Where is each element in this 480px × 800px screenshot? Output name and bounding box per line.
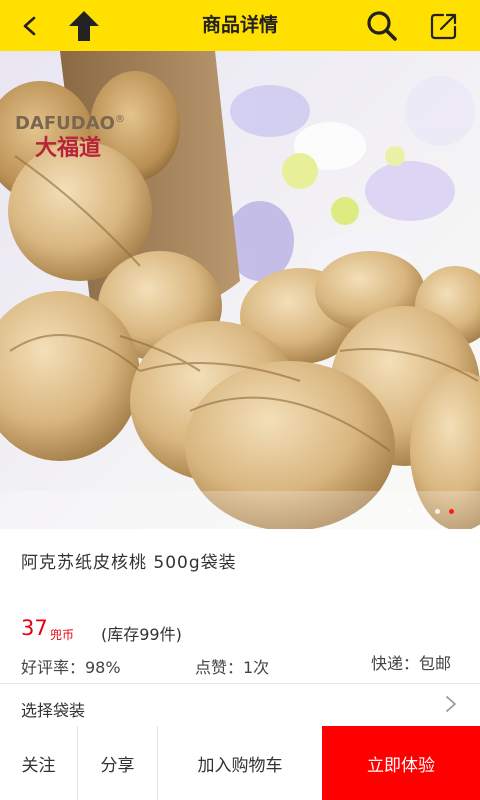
brand-logo: DAFUDAO® 大福道 <box>15 113 145 162</box>
carousel-dot[interactable] <box>435 509 440 514</box>
follow-button[interactable]: 关注 <box>0 726 78 800</box>
product-name: 阿克苏纸皮核桃 500g袋装 <box>21 553 237 573</box>
search-icon <box>367 10 397 41</box>
page-title: 商品详情 <box>201 14 278 36</box>
divider <box>0 683 480 684</box>
carousel-dot-active[interactable] <box>449 509 454 514</box>
add-to-cart-button[interactable]: 加入购物车 <box>158 726 322 800</box>
brand-logo-cn: 大福道 <box>35 136 102 161</box>
product-image-carousel[interactable]: DAFUDAO® 大福道 <box>0 51 480 529</box>
shipping-info: 快递：包邮 <box>371 654 452 673</box>
stock-count: (库存99件) <box>101 625 182 644</box>
rating-rate: 好评率：98% <box>21 658 121 677</box>
share-action-button[interactable]: 分享 <box>78 726 158 800</box>
top-bar: 商品详情 <box>0 0 480 51</box>
product-price: 37 <box>21 616 48 640</box>
bottom-action-bar: 关注 分享 加入购物车 立即体验 <box>0 726 480 800</box>
chevron-right-icon <box>446 696 456 712</box>
carousel-dot[interactable] <box>407 509 412 514</box>
price-unit: 兜币 <box>50 628 75 642</box>
buy-now-button[interactable]: 立即体验 <box>322 726 480 800</box>
carousel-dot[interactable] <box>421 509 426 514</box>
carousel-indicator <box>407 509 454 514</box>
select-package-row[interactable]: 选择袋装 <box>0 688 480 726</box>
share-button[interactable] <box>422 0 466 51</box>
like-count: 点赞：1次 <box>195 658 270 677</box>
share-icon <box>430 13 457 39</box>
search-button[interactable] <box>360 0 404 51</box>
select-package-label: 选择袋装 <box>21 701 86 720</box>
